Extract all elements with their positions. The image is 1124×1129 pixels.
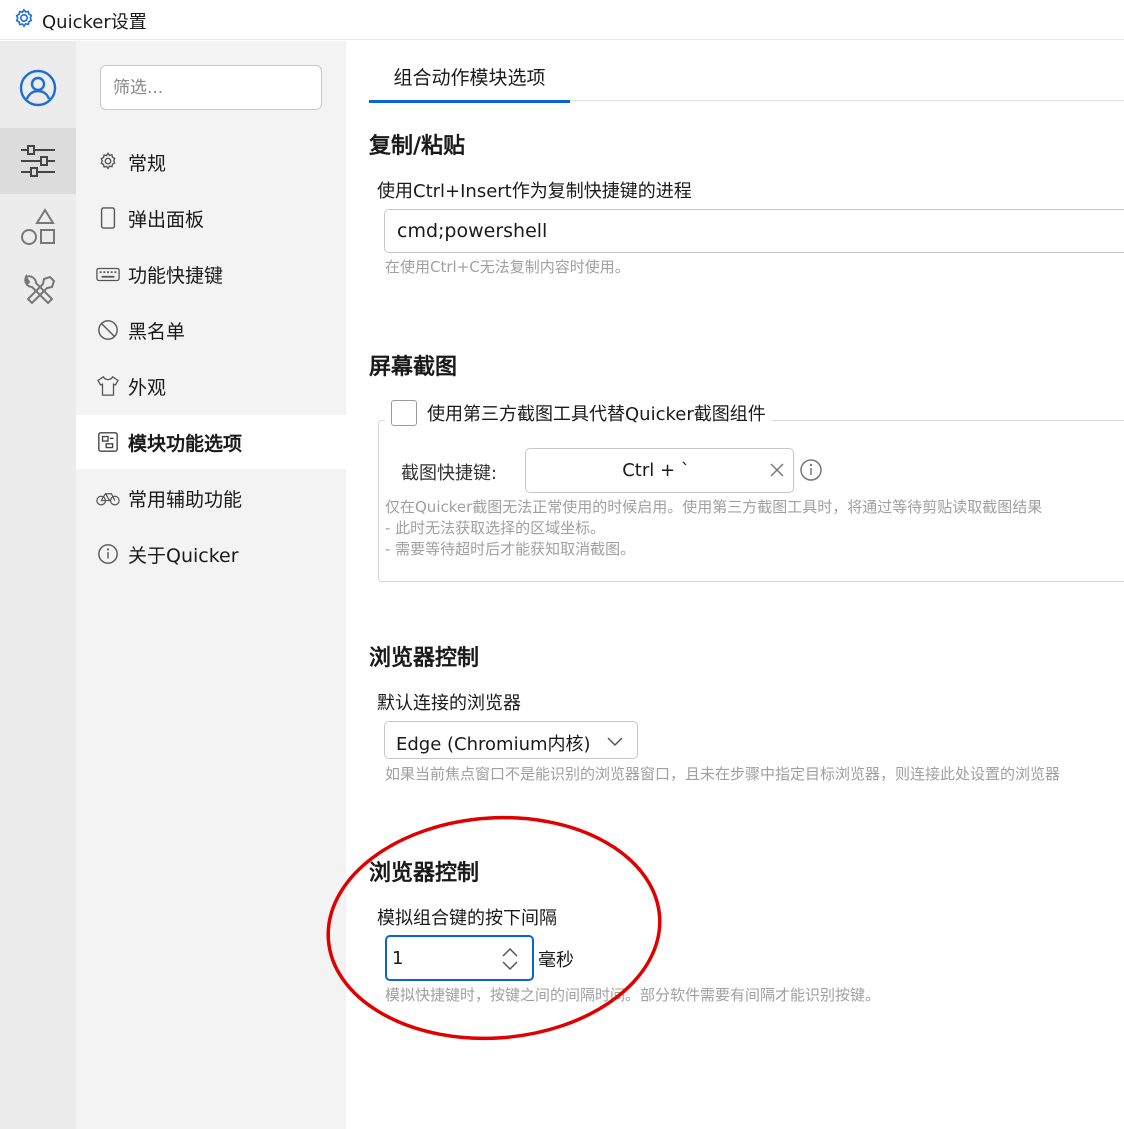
close-icon[interactable] xyxy=(769,462,785,478)
nav-item-label: 常规 xyxy=(128,152,167,175)
tshirt-icon xyxy=(96,374,120,398)
screenshot-hotkey-value: Ctrl + ` xyxy=(622,460,690,481)
bicycle-icon xyxy=(96,486,120,510)
nav-item-label: 常用辅助功能 xyxy=(128,488,243,511)
rail-tools-button[interactable] xyxy=(0,260,76,326)
rail-settings-button[interactable] xyxy=(0,128,76,194)
section-title-key-interval: 浏览器控制 xyxy=(369,861,480,886)
nav-item-hotkeys[interactable]: 功能快捷键 xyxy=(76,247,346,301)
screenshot-hint-line-2: - 此时无法获取选择的区域坐标。 xyxy=(385,519,606,537)
default-browser-value: Edge (Chromium内核) xyxy=(396,734,591,755)
user-avatar-icon xyxy=(19,69,57,107)
copy-process-input[interactable] xyxy=(384,209,1124,253)
nav-item-general[interactable]: 常规 xyxy=(76,135,346,189)
keyboard-icon xyxy=(96,262,120,286)
tools-icon xyxy=(24,273,56,305)
section-title-screenshot: 屏幕截图 xyxy=(369,355,458,380)
chevron-down-icon xyxy=(607,737,623,747)
screenshot-hint-line-1: 仅在Quicker截图无法正常使用的时候启用。使用第三方截图工具时，将通过等待剪… xyxy=(385,498,1043,516)
shapes-icon xyxy=(21,208,55,245)
filter-input[interactable] xyxy=(100,65,322,110)
screenshot-hotkey-input[interactable]: Ctrl + ` xyxy=(525,448,794,493)
nav-item-blacklist[interactable]: 黑名单 xyxy=(76,303,346,357)
key-interval-hint: 模拟快捷键时，按键之间的间隔时间。部分软件需要有间隔才能识别按键。 xyxy=(385,986,881,1004)
settings-nav: 常规 弹出面板 功能快捷键 黑名单 外观 模块功能选项 常用辅助 xyxy=(76,41,346,1129)
nav-item-about[interactable]: 关于Quicker xyxy=(76,527,346,581)
nav-item-module-options[interactable]: 模块功能选项 xyxy=(76,415,346,469)
info-icon[interactable] xyxy=(799,458,823,482)
nav-item-label: 黑名单 xyxy=(128,320,186,343)
gear-icon xyxy=(96,150,120,174)
nav-item-appearance[interactable]: 外观 xyxy=(76,359,346,413)
window-title: Quicker设置 xyxy=(42,12,147,33)
screenshot-hotkey-label: 截图快捷键: xyxy=(401,463,498,484)
info-icon xyxy=(96,542,120,566)
key-interval-label: 模拟组合键的按下间隔 xyxy=(377,908,557,929)
copy-process-hint: 在使用Ctrl+C无法复制内容时使用。 xyxy=(385,258,630,276)
title-bar: Quicker设置 xyxy=(0,0,1124,40)
nav-item-label: 功能快捷键 xyxy=(128,264,224,287)
section-title-copy-paste: 复制/粘贴 xyxy=(369,134,466,159)
screenshot-hint-line-3: - 需要等待超时后才能获知取消截图。 xyxy=(385,540,636,558)
gear-icon xyxy=(15,8,33,28)
rail-user-button[interactable] xyxy=(0,55,76,121)
block-icon xyxy=(96,318,120,342)
key-interval-value: 1 xyxy=(392,948,404,969)
module-icon xyxy=(96,430,120,454)
third-party-screenshot-label: 使用第三方截图工具代替Quicker截图组件 xyxy=(427,404,766,425)
stepper-arrows-icon[interactable] xyxy=(501,946,519,972)
nav-item-helpers[interactable]: 常用辅助功能 xyxy=(76,471,346,525)
default-browser-hint: 如果当前焦点窗口不是能识别的浏览器窗口，且未在步骤中指定目标浏览器，则连接此处设… xyxy=(385,765,1061,783)
nav-item-label: 外观 xyxy=(128,376,167,399)
rail-modules-button[interactable] xyxy=(0,194,76,260)
main-content: 组合动作模块选项 复制/粘贴 使用Ctrl+Insert作为复制快捷键的进程 在… xyxy=(347,41,1124,1129)
nav-item-label: 模块功能选项 xyxy=(128,432,243,455)
nav-item-label: 关于Quicker xyxy=(128,544,239,567)
key-interval-unit: 毫秒 xyxy=(538,950,574,971)
nav-item-label: 弹出面板 xyxy=(128,208,205,231)
default-browser-select[interactable]: Edge (Chromium内核) xyxy=(384,721,638,759)
third-party-screenshot-option[interactable]: 使用第三方截图工具代替Quicker截图组件 xyxy=(385,398,772,428)
icon-rail xyxy=(0,41,76,1129)
default-browser-label: 默认连接的浏览器 xyxy=(377,693,521,714)
tab-module-options[interactable]: 组合动作模块选项 xyxy=(369,63,570,103)
panel-icon xyxy=(96,206,120,230)
key-interval-stepper[interactable]: 1 xyxy=(385,935,534,981)
nav-item-popup-panel[interactable]: 弹出面板 xyxy=(76,191,346,245)
sliders-icon xyxy=(21,145,55,177)
third-party-screenshot-checkbox[interactable] xyxy=(391,400,417,426)
copy-process-label: 使用Ctrl+Insert作为复制快捷键的进程 xyxy=(377,181,692,202)
section-title-browser: 浏览器控制 xyxy=(369,646,480,671)
